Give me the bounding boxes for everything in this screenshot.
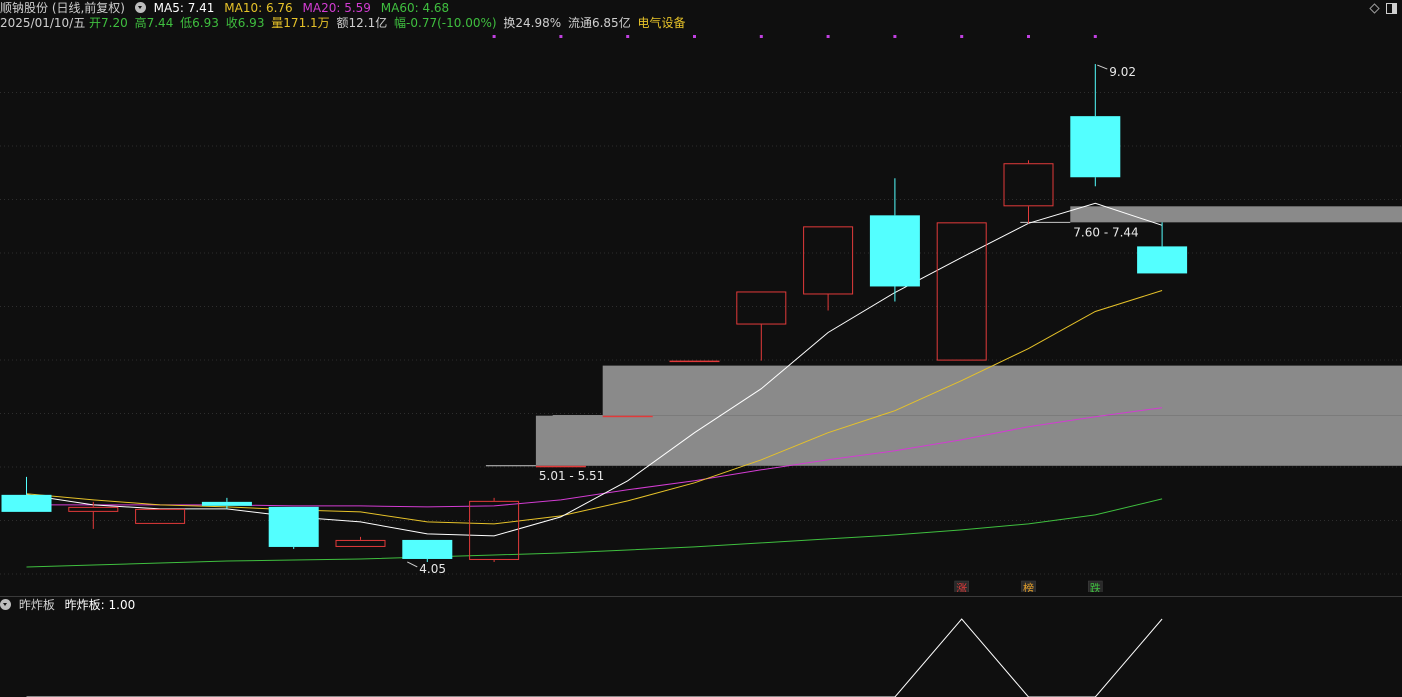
candle-body: [602, 415, 653, 418]
indicator-polyline: [26, 618, 1163, 697]
top-marker: [626, 35, 630, 38]
candle: [268, 506, 319, 549]
candle-body: [535, 465, 586, 468]
candle-body: [1070, 116, 1121, 178]
header-line-2: 2025/01/10/五 开7.20 高7.44 低6.93 收6.93 量17…: [0, 15, 692, 31]
quote-float: 流通6.85亿: [567, 16, 631, 30]
annotation-label: 9.02: [1109, 65, 1136, 79]
candle-body: [1137, 246, 1188, 274]
quote-volume: 量171.1万: [271, 16, 330, 30]
candle: [1070, 64, 1121, 187]
indicator-chart[interactable]: [0, 613, 1402, 697]
header-line-1: 顺钠股份 (日线,前复权) MA5: 7.41 MA10: 6.76 MA20:…: [0, 0, 455, 16]
quote-sector: 电气设备: [637, 16, 686, 30]
support-zone: [535, 415, 1402, 466]
candle: [803, 226, 854, 311]
candle: [869, 178, 920, 302]
support-zones: 7.60 - 7.445.51 - 6.015.01 - 5.51: [485, 206, 1402, 483]
candle-body: [936, 222, 987, 361]
event-badges: 涨榜跌: [954, 580, 1103, 592]
top-marker: [1027, 35, 1030, 38]
ma20-label: MA20: 5.59: [302, 1, 371, 15]
top-marker: [559, 35, 563, 38]
diamond-icon[interactable]: [1369, 3, 1380, 14]
candle-body: [736, 291, 787, 325]
candle-body: [803, 226, 854, 295]
annotation-arrow: [1097, 64, 1108, 70]
indicator-name: 昨炸板: [18, 598, 55, 612]
candle: [602, 415, 653, 418]
candle: [1137, 222, 1188, 274]
top-marker: [826, 35, 830, 38]
top-marker: [693, 35, 696, 38]
dropdown-circle-icon[interactable]: [134, 2, 146, 13]
support-zone: [1070, 206, 1402, 223]
quote-amount: 额12.1亿: [336, 16, 388, 30]
indicator-header: 昨炸板 昨炸板: 1.00: [0, 597, 141, 613]
candle-body: [869, 215, 920, 287]
candle-body: [402, 539, 453, 559]
quote-open: 开7.20: [89, 16, 128, 30]
candle: [469, 497, 520, 562]
annotation-arrow: [407, 561, 418, 568]
candle: [135, 508, 186, 524]
candle-body: [1, 494, 52, 512]
ma60-label: MA60: 4.68: [380, 1, 450, 15]
candle: [936, 222, 987, 361]
indicator-value: 昨炸板: 1.00: [64, 598, 136, 612]
quote-close: 收6.93: [225, 16, 265, 30]
quote-low: 低6.93: [180, 16, 219, 30]
candle: [535, 465, 586, 468]
candle: [736, 291, 787, 361]
candle-body: [335, 539, 386, 547]
badge-label: 跌: [1090, 581, 1101, 592]
candle-body: [201, 501, 252, 506]
quote-date: 2025/01/10/五: [0, 16, 86, 30]
candle: [1, 476, 52, 512]
annotations: 9.02 4.05: [407, 64, 1136, 576]
grid-lines: [0, 35, 1402, 575]
candle-body: [135, 508, 186, 524]
ma10-label: MA10: 6.76: [224, 1, 293, 15]
candle-body: [469, 500, 520, 560]
top-marker: [492, 35, 496, 38]
panel-toggle-icon[interactable]: [1386, 3, 1397, 14]
top-marker: [759, 35, 763, 38]
candle: [402, 539, 453, 562]
candle-body: [68, 506, 119, 512]
candlestick-chart[interactable]: 7.60 - 7.445.51 - 6.015.01 - 5.51 9.02 4.…: [0, 32, 1402, 592]
quote-high: 高7.44: [134, 16, 174, 30]
panel-separator: [0, 596, 1402, 597]
top-marker: [1093, 35, 1097, 38]
top-marker: [893, 35, 897, 38]
quote-change: 幅-0.77(-10.00%): [394, 16, 497, 30]
support-zone: [602, 365, 1402, 416]
candle-body: [268, 506, 319, 547]
indicator-line: [26, 618, 1163, 697]
quote-turnover: 换24.98%: [503, 16, 562, 30]
annotation-label: 4.05: [419, 562, 446, 576]
candles: [1, 64, 1188, 562]
stock-title: 顺钠股份 (日线,前复权): [0, 1, 125, 15]
badge-label: 榜: [1023, 581, 1034, 592]
top-marker: [960, 35, 964, 38]
candle-body: [669, 360, 720, 363]
ma5-label: MA5: 7.41: [153, 1, 215, 15]
candle: [669, 360, 720, 363]
badge-label: 涨: [956, 582, 967, 592]
candle: [335, 536, 386, 547]
indicator-dropdown-icon[interactable]: [0, 599, 11, 610]
zone-label: 5.01 - 5.51: [539, 469, 604, 483]
zone-label: 7.60 - 7.44: [1073, 225, 1138, 239]
candle: [1003, 160, 1054, 224]
